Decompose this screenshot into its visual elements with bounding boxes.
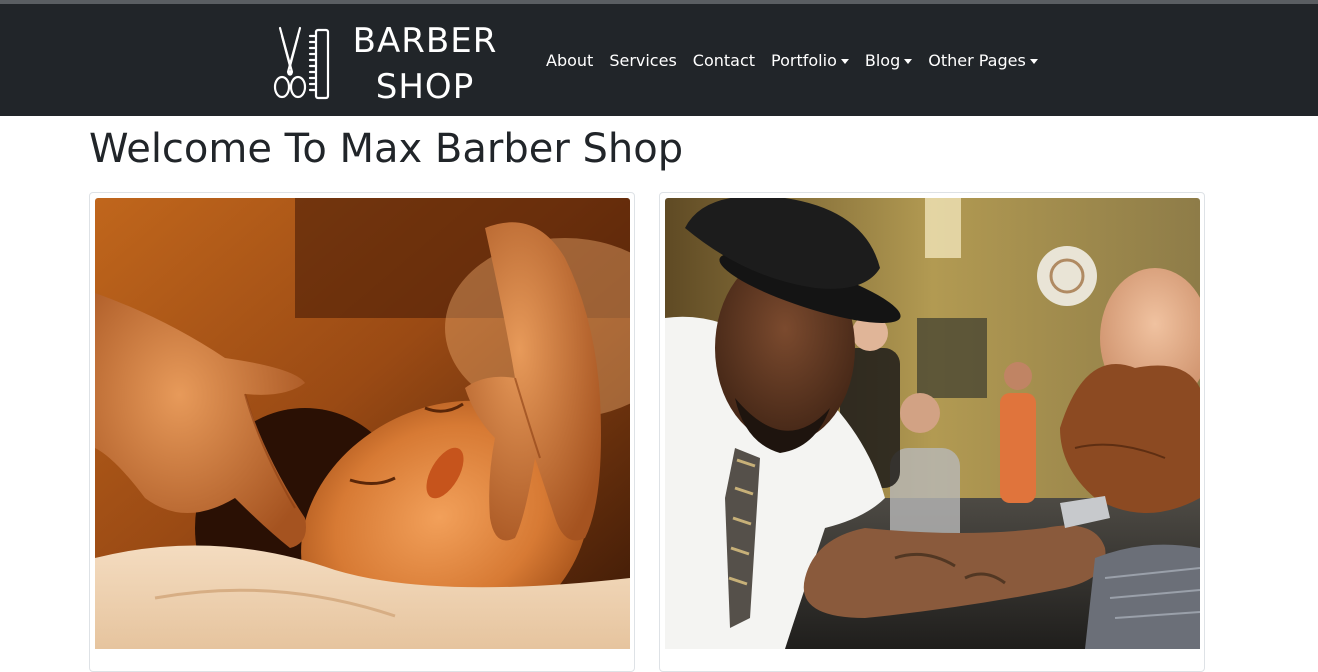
nav-link-about[interactable]: About (546, 51, 593, 70)
facial-massage-photo (95, 198, 630, 649)
page-title: Welcome To Max Barber Shop (89, 126, 684, 172)
brand-logo[interactable]: BARBER SHOP (270, 18, 500, 107)
nav-link-services[interactable]: Services (609, 51, 676, 70)
caret-down-icon (904, 58, 913, 64)
nav-link-label: About (546, 50, 594, 70)
nav-link-label: Contact (692, 50, 756, 70)
barber-shaving-photo (665, 198, 1200, 649)
caret-down-icon (840, 58, 849, 64)
nav-link-label: Blog (864, 50, 901, 70)
caret-down-icon (1029, 58, 1038, 64)
nav-dropdown-blog[interactable]: Blog (864, 50, 913, 70)
brand-line-2: SHOP (375, 67, 475, 107)
card-barber-shave (659, 192, 1205, 672)
brand-text: BARBER SHOP (350, 18, 500, 110)
brand-line-1: BARBER (352, 21, 498, 61)
nav-dropdown-other-pages[interactable]: Other Pages (928, 51, 1038, 70)
nav-link-contact[interactable]: Contact (693, 51, 755, 70)
nav-link-label: Portfolio (771, 50, 837, 70)
nav-menu: About Services Contact Portfolio Blog Ot… (546, 4, 1054, 116)
navbar: BARBER SHOP About Services Contact Portf… (0, 4, 1318, 116)
nav-link-label: Other Pages (928, 50, 1026, 70)
nav-dropdown-portfolio[interactable]: Portfolio (771, 51, 849, 70)
scissors-comb-icon (273, 26, 330, 100)
card-facial-massage (89, 192, 635, 672)
nav-link-label: Services (609, 50, 677, 70)
